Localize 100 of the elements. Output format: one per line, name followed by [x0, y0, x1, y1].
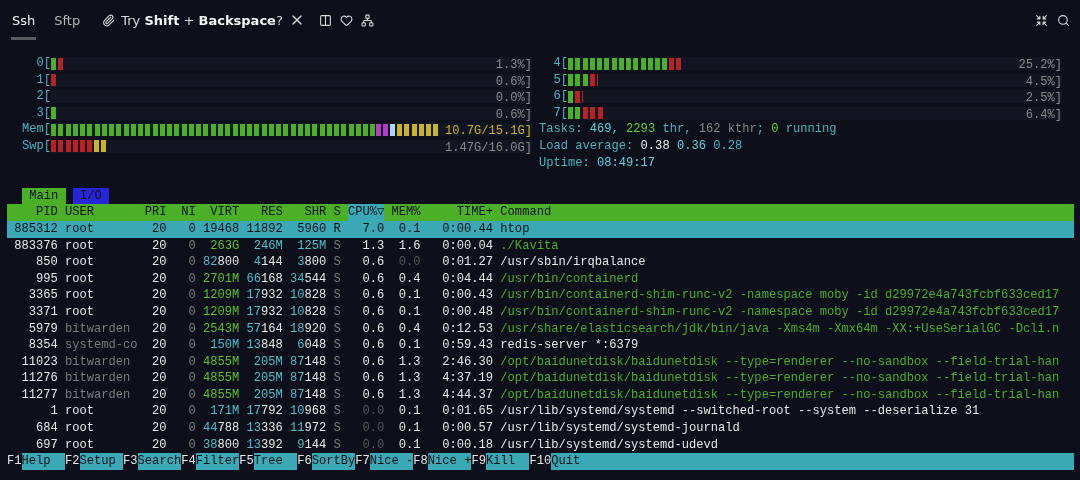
meter-reading: 10.7G/15.1G] [444, 123, 532, 140]
process-row[interactable]: 850 root 20 0 82800 4144 3800 S 0.6 0.0 0:01.27 /usr/sbin/irqbalance [7, 254, 1074, 271]
user-cell-text: root [65, 420, 96, 437]
pid-cell-text: 697 [35, 436, 58, 454]
res-cell: 17932 [246, 287, 283, 304]
process-row[interactable]: 995 root 20 0 2701M 66168 34544 S 0.6 0.4 0:04.44 /usr/bin/containerd [7, 270, 1074, 288]
paperclip-icon[interactable] [102, 13, 116, 27]
user-cell-text: bitwarden [65, 320, 132, 338]
heart-icon[interactable] [339, 13, 353, 27]
function-key-action[interactable]: SortBy [311, 453, 356, 470]
column-header[interactable]: TIME+ [427, 204, 494, 221]
network-icon[interactable] [360, 13, 374, 27]
nice-cell-text: 0 [187, 370, 196, 387]
res-cell: 11892 [246, 220, 283, 238]
function-key: F4 [181, 453, 196, 470]
command-cell: /opt/baidunetdisk/baidunetdisk --type=renderer --no-sandbox --field-trial-han [500, 353, 1060, 371]
function-key-action[interactable]: Search [137, 453, 182, 470]
shr-cell: 87148 [289, 353, 327, 371]
process-row[interactable]: 1 root 20 0 171M 17792 10968 S 0.0 0.1 0:01.65 /usr/lib/systemd/systemd --switched-root --system --deserialize 31 [7, 403, 1074, 421]
mem-cell-text: 0.1 [397, 220, 421, 238]
time-cell-text: 0:00.44 [441, 220, 494, 238]
user-cell-text: root [65, 270, 96, 288]
res-cell-text: 205M [252, 353, 283, 371]
column-header[interactable]: SHR [289, 204, 327, 221]
column-header[interactable]: MEM% [384, 204, 421, 221]
summary-line: Load average: 0.38 0.36 0.28 [539, 137, 744, 155]
command-cell: htop [500, 220, 530, 238]
time-cell-text: 0:04.44 [441, 270, 494, 288]
virt-cell: 2543M [202, 320, 240, 338]
nice-cell-text: 0 [187, 270, 196, 288]
function-key-action[interactable]: Setup [79, 453, 124, 470]
time-cell-text: 0:01.65 [441, 403, 494, 421]
function-key: F9 [471, 453, 486, 470]
screen-tab[interactable]: Main [22, 187, 66, 205]
function-key-action[interactable]: Help [21, 453, 66, 470]
process-row[interactable]: 11277 bitwarden 20 0 4855M 205M 87148 S 0.6 1.3 4:44.37 /opt/baidunetdisk/baidunetdisk --type=renderer --no-sandbox --field-trial-han [7, 386, 1074, 404]
res-cell: 13336 [246, 420, 283, 437]
command-cell: /usr/lib/systemd/systemd-udevd [500, 436, 719, 454]
process-row[interactable]: 883376 root 20 0 263G 246M 125M S 1.3 1.6 0:00.04 ./Kavita [7, 237, 1074, 255]
column-header[interactable]: RES [246, 204, 283, 221]
cpu-cell-text: 0.6 [361, 320, 385, 338]
cpu-cell-text: 1.3 [361, 237, 385, 255]
function-key-action[interactable]: Filter [195, 453, 240, 470]
column-header[interactable]: NI [173, 204, 196, 221]
user-cell-text: root [65, 220, 96, 238]
user-cell-text: root [65, 254, 96, 271]
process-row[interactable]: 3365 root 20 0 1209M 17932 10828 S 0.6 0.1 0:00.43 /usr/bin/containerd-shim-runc-v2 -namespace moby -id d29972e4a743fcbf633ced17 [7, 287, 1074, 304]
column-header[interactable]: Command [500, 204, 552, 221]
process-row[interactable]: 11276 bitwarden 20 0 4855M 205M 87148 S 0.6 1.3 4:37.19 /opt/baidunetdisk/baidunetdisk --type=renderer --no-sandbox --field-trial-han [7, 370, 1074, 387]
res-cell: 66168 [246, 270, 283, 288]
meter-reading: 0.6%] [495, 73, 532, 91]
user-cell-text: root [65, 403, 96, 421]
function-key-action[interactable]: Kill [485, 453, 530, 470]
function-key-action[interactable]: Tree [253, 453, 298, 470]
shr-cell: 87148 [289, 370, 327, 387]
search-icon[interactable] [1057, 13, 1070, 27]
split-view-icon[interactable] [318, 13, 332, 27]
command-cell: /opt/baidunetdisk/baidunetdisk --type=renderer --no-sandbox --field-trial-han [500, 370, 1060, 387]
priority-cell-text: 20 [151, 420, 167, 437]
column-header[interactable]: S [333, 204, 341, 221]
hint-text: Try Shift + Backspace? [121, 12, 283, 28]
process-row[interactable]: 684 root 20 0 44788 13336 11972 S 0.0 0.1 0:00.57 /usr/lib/systemd/systemd-journald [7, 420, 1074, 437]
column-header[interactable]: CPU%▽ [348, 204, 385, 221]
cpu-cell-text: 0.6 [361, 386, 385, 404]
function-key-action[interactable]: Nice - [369, 453, 414, 470]
res-cell-text: 205M [252, 386, 283, 404]
priority-cell-text: 20 [151, 353, 167, 371]
function-key: F6 [297, 453, 312, 470]
process-row[interactable]: 11023 bitwarden 20 0 4855M 205M 87148 S 0.6 1.3 2:46.30 /opt/baidunetdisk/baidunetdisk --type=renderer --no-sandbox --field-trial-han [7, 353, 1074, 371]
state-cell: S [333, 370, 341, 387]
process-row[interactable]: 8354 systemd-co 20 0 150M 13848 6048 S 0.6 0.1 0:59.43 redis-server *:6379 [7, 337, 1074, 354]
state-cell: S [333, 270, 341, 288]
shrink-icon[interactable] [1035, 13, 1048, 27]
cpu-cell-text: 0.6 [361, 353, 385, 371]
process-row[interactable]: 697 root 20 0 38800 13392 9144 S 0.0 0.1 0:00.18 /usr/lib/systemd/systemd-udevd [7, 436, 1074, 454]
mem-cell-text: 1.6 [397, 237, 421, 255]
cpu-cell-text: 0.6 [361, 370, 385, 387]
virt-cell: 4855M [202, 370, 240, 387]
command-cell: /usr/bin/containerd-shim-runc-v2 -namespace moby -id d29972e4a743fcbf633ced17 [500, 303, 1060, 321]
cpu-cell-text: 7.0 [361, 220, 385, 238]
tab[interactable]: Sftp [53, 0, 82, 40]
process-row[interactable]: 5979 bitwarden 20 0 2543M 57164 18920 S 0.6 0.4 0:12.53 /usr/share/elasticsearch/jdk/bin/java -Xms4m -Xmx64m -XX:+UseSerialGC -Dcli.n [7, 320, 1074, 338]
tab[interactable]: Ssh [11, 0, 37, 40]
process-row[interactable]: 3371 root 20 0 1209M 17932 10828 S 0.6 0.1 0:00.48 /usr/bin/containerd-shim-runc-v2 -namespace moby -id d29972e4a743fcbf633ced17 [7, 303, 1074, 321]
nice-cell-text: 0 [187, 254, 196, 271]
column-header[interactable]: USER [65, 204, 138, 221]
meter-label: Mem[ [22, 121, 51, 138]
column-header[interactable]: PRI [144, 204, 167, 221]
column-header[interactable]: VIRT [202, 204, 240, 221]
meter-label: 3[ [35, 104, 51, 122]
state-cell: R [333, 220, 341, 238]
command-cell: /usr/share/elasticsearch/jdk/bin/java -Xms4m -Xmx64m -XX:+UseSerialGC -Dcli.n [500, 320, 1060, 338]
function-key: F3 [123, 453, 138, 470]
column-header[interactable]: PID [7, 204, 58, 221]
function-key-action[interactable]: Quit [551, 453, 1074, 470]
nice-cell-text: 0 [187, 303, 196, 321]
res-cell-text: 4144 [252, 254, 283, 271]
function-key-action[interactable]: Nice + [427, 453, 472, 470]
nice-cell-text: 0 [187, 287, 196, 304]
meter-label: 0[ [35, 55, 51, 72]
